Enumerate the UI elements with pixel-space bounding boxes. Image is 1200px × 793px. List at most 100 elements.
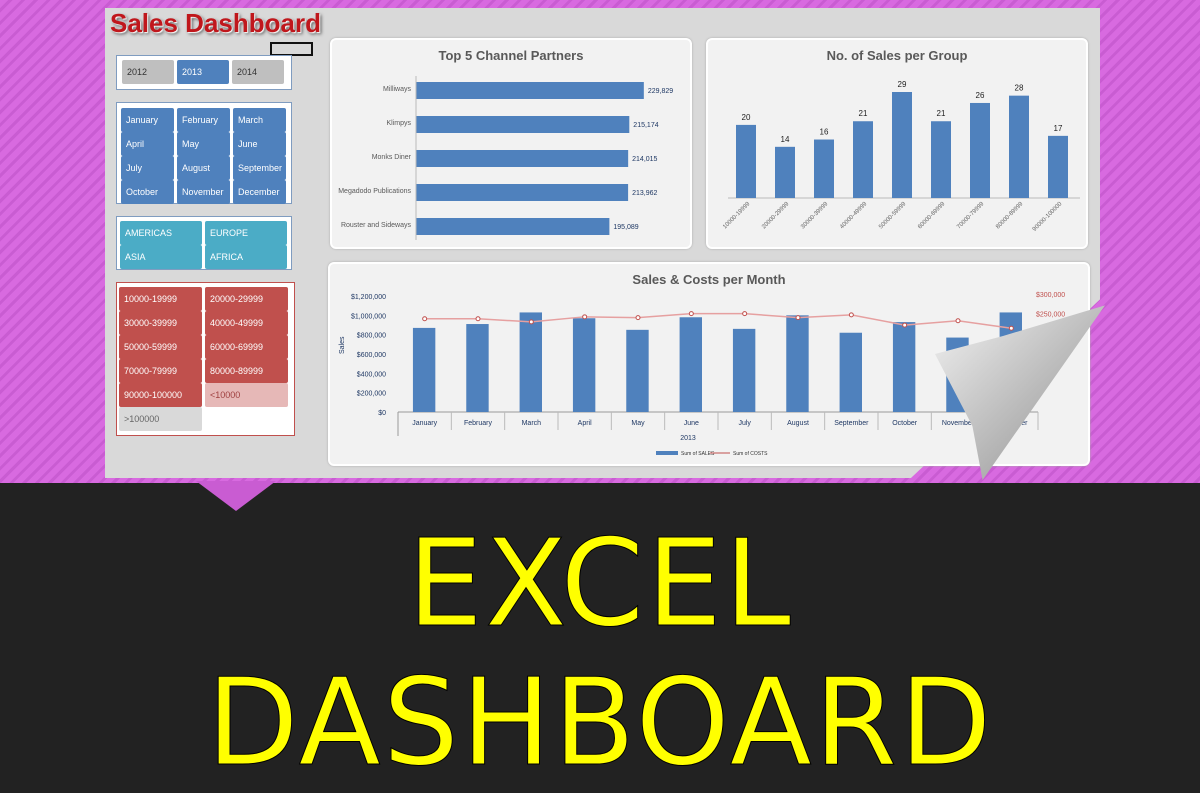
data-label: 214,015 bbox=[632, 156, 657, 163]
chart-title: No. of Sales per Group bbox=[826, 48, 968, 63]
data-label: 14 bbox=[781, 135, 790, 144]
top-partners-panel: Top 5 Channel Partners Milliways 229,829 K… bbox=[330, 38, 692, 249]
data-label: 17 bbox=[1054, 124, 1063, 133]
group-button[interactable]: 40000-49999 bbox=[205, 311, 288, 335]
bar bbox=[970, 102, 990, 198]
tick-label: 10000-19999 bbox=[722, 201, 752, 231]
x-tick-label: June bbox=[684, 420, 699, 427]
data-label: 195,089 bbox=[613, 224, 638, 231]
costs-point bbox=[795, 315, 801, 321]
dashboard-title: Sales Dashboard bbox=[110, 8, 321, 38]
group-button[interactable]: 50000-59999 bbox=[119, 335, 202, 359]
x-tick-label: May bbox=[631, 420, 645, 427]
data-label: 20 bbox=[742, 113, 751, 122]
costs-point bbox=[582, 314, 588, 320]
data-label: 215,174 bbox=[633, 122, 658, 129]
data-label: 26 bbox=[976, 91, 985, 100]
x-tick-label: September bbox=[834, 420, 869, 427]
group-button[interactable]: 80000-89999 bbox=[205, 359, 288, 383]
data-label: 28 bbox=[1015, 84, 1024, 93]
bar-category-label: Klimpys bbox=[386, 120, 411, 127]
bar bbox=[839, 332, 862, 412]
group-button[interactable]: 30000-39999 bbox=[119, 311, 202, 335]
data-label: 229,829 bbox=[648, 88, 673, 95]
y-tick-label: $600,000 bbox=[357, 352, 386, 359]
tick-label: 60000-69999 bbox=[917, 201, 947, 231]
bar bbox=[814, 139, 834, 198]
bar-category-label: Milliways bbox=[383, 86, 412, 93]
month-button-may[interactable]: May bbox=[177, 132, 230, 156]
bar bbox=[1009, 95, 1029, 198]
group-button[interactable]: 70000-79999 bbox=[119, 359, 202, 383]
y-tick-label: $0 bbox=[378, 410, 386, 417]
month-button-april[interactable]: April bbox=[121, 132, 174, 156]
month-button-october[interactable]: October bbox=[121, 180, 174, 204]
costs-point bbox=[528, 319, 534, 325]
region-button-asia[interactable]: ASIA bbox=[120, 245, 202, 269]
month-button-august[interactable]: August bbox=[177, 156, 230, 180]
y2-tick-label: $250,000 bbox=[1036, 312, 1065, 319]
group-button[interactable]: 90000-100000 bbox=[119, 383, 202, 407]
group-button[interactable]: 60000-69999 bbox=[205, 335, 288, 359]
y-tick-label: $800,000 bbox=[357, 333, 386, 340]
selected-cell[interactable] bbox=[270, 42, 313, 56]
top-partners-chart: Milliways 229,829 Klimpys 215,174 Monks Dine… bbox=[338, 76, 673, 240]
tick-label: 20000-29999 bbox=[761, 201, 791, 231]
bar bbox=[736, 124, 756, 198]
bar bbox=[466, 324, 489, 412]
group-button[interactable]: 20000-29999 bbox=[205, 287, 288, 311]
region-button-americas[interactable]: AMERICAS bbox=[120, 221, 202, 245]
region-button-africa[interactable]: AFRICA bbox=[205, 245, 287, 269]
month-button-june[interactable]: June bbox=[233, 132, 286, 156]
legend-item: Sum of SALES bbox=[681, 451, 715, 457]
tick-label: 50000-59999 bbox=[878, 201, 908, 231]
bar bbox=[931, 121, 951, 198]
month-button-september[interactable]: September bbox=[233, 156, 286, 180]
tick-label: 40000-49999 bbox=[839, 201, 869, 231]
x-tick-label: August bbox=[787, 420, 809, 427]
costs-line bbox=[424, 312, 1012, 329]
bar bbox=[892, 322, 916, 412]
bar-category-label: Rouster and Sideways bbox=[341, 222, 412, 229]
bar bbox=[416, 82, 644, 99]
month-button-november[interactable]: November bbox=[177, 180, 230, 204]
month-button-january[interactable]: January bbox=[121, 108, 174, 132]
month-button-july[interactable]: July bbox=[121, 156, 174, 180]
x-tick-label: April bbox=[578, 420, 592, 427]
month-button-december[interactable]: December bbox=[233, 180, 286, 204]
bar bbox=[775, 146, 795, 198]
bar bbox=[519, 312, 542, 412]
year-button-2012[interactable]: 2012 bbox=[122, 60, 174, 84]
sales-group-panel: No. of Sales per Group 20 10000-19999 14 20… bbox=[706, 38, 1088, 249]
costs-point bbox=[422, 316, 428, 322]
group-button[interactable]: 10000-19999 bbox=[119, 287, 202, 311]
region-button-europe[interactable]: EUROPE bbox=[205, 221, 287, 245]
data-label: 21 bbox=[859, 109, 868, 118]
year-button-2013[interactable]: 2013 bbox=[177, 60, 229, 84]
pointer-arrow bbox=[196, 481, 276, 511]
bar bbox=[572, 318, 596, 412]
group-button[interactable]: >100000 bbox=[119, 407, 202, 431]
data-label: 21 bbox=[937, 109, 946, 118]
month-button-february[interactable]: February bbox=[177, 108, 230, 132]
y-tick-label: $1,000,000 bbox=[351, 313, 386, 320]
bar bbox=[679, 317, 702, 412]
x-tick-label: January bbox=[412, 420, 437, 427]
legend-swatch bbox=[656, 451, 678, 455]
tick-label: 30000-39999 bbox=[800, 201, 830, 231]
data-label: 16 bbox=[820, 128, 829, 137]
chart-title: Sales & Costs per Month bbox=[632, 272, 786, 287]
x-tick-label: February bbox=[464, 420, 493, 427]
bar bbox=[416, 116, 630, 133]
x-tick-label: July bbox=[738, 420, 751, 427]
bar-category-label: Monks Diner bbox=[372, 154, 412, 161]
year-button-2014[interactable]: 2014 bbox=[232, 60, 284, 84]
banner-text: EXCEL DASHBOARD bbox=[206, 515, 994, 793]
bar bbox=[626, 329, 649, 412]
month-button-march[interactable]: March bbox=[233, 108, 286, 132]
bar bbox=[416, 150, 629, 167]
bar bbox=[732, 328, 756, 412]
group-button[interactable]: <10000 bbox=[205, 383, 288, 407]
bar bbox=[416, 184, 629, 201]
y-axis-label: Sales bbox=[339, 336, 346, 354]
